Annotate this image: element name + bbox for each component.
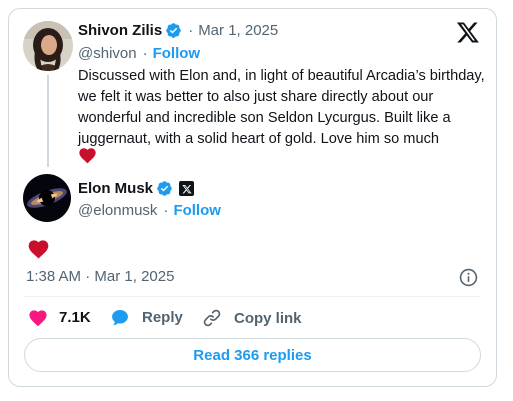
like-button[interactable]: 7.1K	[28, 308, 91, 327]
x-logo-icon[interactable]	[455, 20, 481, 44]
author-name[interactable]: Shivon Zilis	[78, 22, 162, 39]
quoted-handle-row: @shivon · Follow	[78, 45, 200, 62]
verified-badge-icon	[166, 23, 181, 38]
reply-label: Reply	[142, 309, 183, 326]
like-count: 7.1K	[59, 309, 91, 326]
thread-line	[47, 75, 49, 167]
separator-dot: ·	[163, 202, 169, 219]
copy-link-label: Copy link	[234, 309, 302, 327]
embedded-post-card	[8, 8, 497, 387]
separator-dot: ·	[85, 268, 95, 285]
heart-icon	[28, 240, 49, 259]
post-date[interactable]: Mar 1, 2025	[94, 268, 174, 285]
reply-button[interactable]: Reply	[110, 308, 183, 327]
divider	[24, 296, 480, 297]
reply-bubble-icon	[112, 309, 128, 326]
heart-icon	[79, 148, 96, 164]
avatar[interactable]	[23, 21, 73, 71]
follow-button[interactable]: Follow	[153, 45, 201, 62]
avatar[interactable]	[23, 174, 71, 222]
reply-handle-row: @elonmusk · Follow	[78, 202, 221, 219]
quoted-author-row: Shivon Zilis · Mar 1, 2025	[78, 22, 278, 39]
post-time[interactable]: 1:38 AM	[26, 268, 81, 285]
link-icon	[203, 309, 221, 327]
follow-button[interactable]: Follow	[173, 202, 221, 219]
author-handle[interactable]: @shivon	[78, 45, 137, 62]
separator-dot: ·	[188, 22, 194, 39]
info-icon[interactable]	[459, 268, 478, 287]
separator-dot: ·	[142, 45, 148, 62]
author-handle[interactable]: @elonmusk	[78, 202, 157, 219]
author-name[interactable]: Elon Musk	[78, 180, 153, 197]
read-replies-button[interactable]: Read 366 replies	[24, 338, 481, 372]
post-date[interactable]: Mar 1, 2025	[198, 22, 278, 39]
post-timestamp[interactable]: 1:38 AM · Mar 1, 2025	[26, 268, 174, 285]
post-text: Discussed with Elon and, in light of bea…	[78, 68, 485, 147]
like-heart-icon	[29, 310, 47, 327]
x-badge-icon	[179, 181, 195, 196]
copy-link-button[interactable]: Copy link	[202, 308, 302, 328]
verified-badge-icon	[157, 181, 172, 196]
reply-author-row: Elon Musk	[78, 180, 195, 197]
